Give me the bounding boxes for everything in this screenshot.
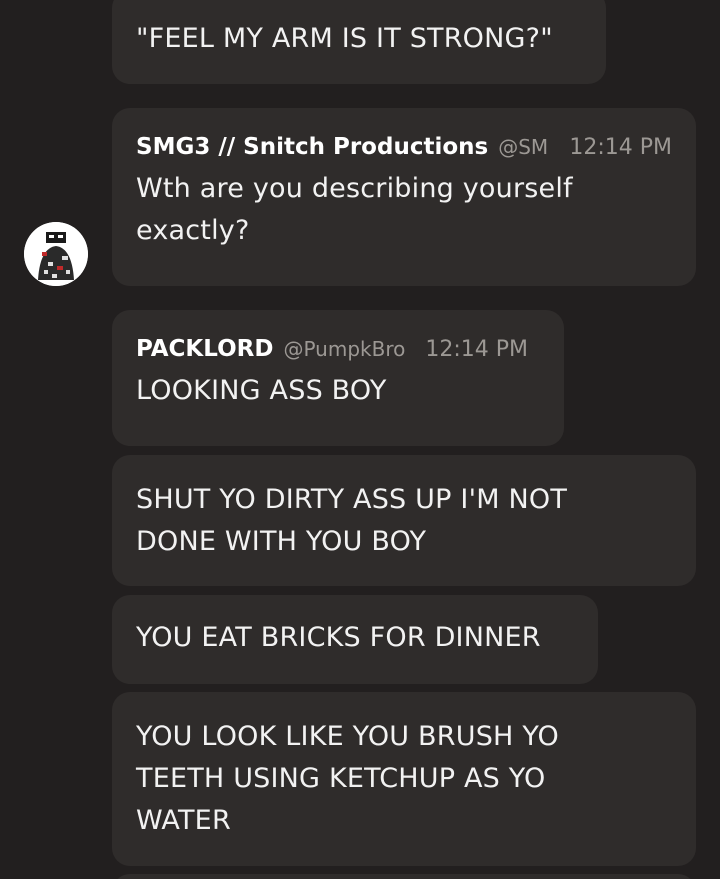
message-bubble[interactable] <box>112 874 696 879</box>
author-name[interactable]: PACKLORD <box>136 336 273 362</box>
author-handle[interactable]: @SMG <box>498 135 549 159</box>
timestamp: 12:14 PM <box>569 135 672 160</box>
message-text: YOU LOOK LIKE YOU BRUSH YO TEETH USING K… <box>136 721 559 836</box>
avatar[interactable] <box>24 222 88 286</box>
message-text: LOOKING ASS BOY <box>136 375 387 406</box>
message-bubble[interactable]: PACKLORD @PumpkBro 12:14 PM LOOKING ASS … <box>112 310 564 446</box>
author-name[interactable]: SMG3 // Snitch Productions <box>136 134 488 160</box>
message-header: SMG3 // Snitch Productions @SMG 12:14 PM <box>136 134 672 168</box>
message-bubble[interactable]: SMG3 // Snitch Productions @SMG 12:14 PM… <box>112 108 696 286</box>
message-bubble[interactable]: YOU EAT BRICKS FOR DINNER <box>112 595 598 684</box>
avatar-character-icon <box>24 222 88 286</box>
message-header: PACKLORD @PumpkBro 12:14 PM <box>136 336 540 370</box>
chat-thread: "FEEL MY ARM IS IT STRONG?" SMG3 // Snit… <box>0 0 720 879</box>
message-text: SHUT YO DIRTY ASS UP I'M NOT DONE WITH Y… <box>136 484 568 557</box>
message-text: Wth are you describing yourself exactly? <box>136 173 573 246</box>
message-bubble[interactable]: SHUT YO DIRTY ASS UP I'M NOT DONE WITH Y… <box>112 455 696 586</box>
message-text: "FEEL MY ARM IS IT STRONG?" <box>136 23 553 54</box>
message-bubble[interactable]: "FEEL MY ARM IS IT STRONG?" <box>112 0 606 84</box>
message-text: YOU EAT BRICKS FOR DINNER <box>136 622 541 653</box>
author-handle[interactable]: @PumpkBro <box>283 337 405 361</box>
message-bubble[interactable]: YOU LOOK LIKE YOU BRUSH YO TEETH USING K… <box>112 692 696 866</box>
timestamp: 12:14 PM <box>425 337 528 362</box>
